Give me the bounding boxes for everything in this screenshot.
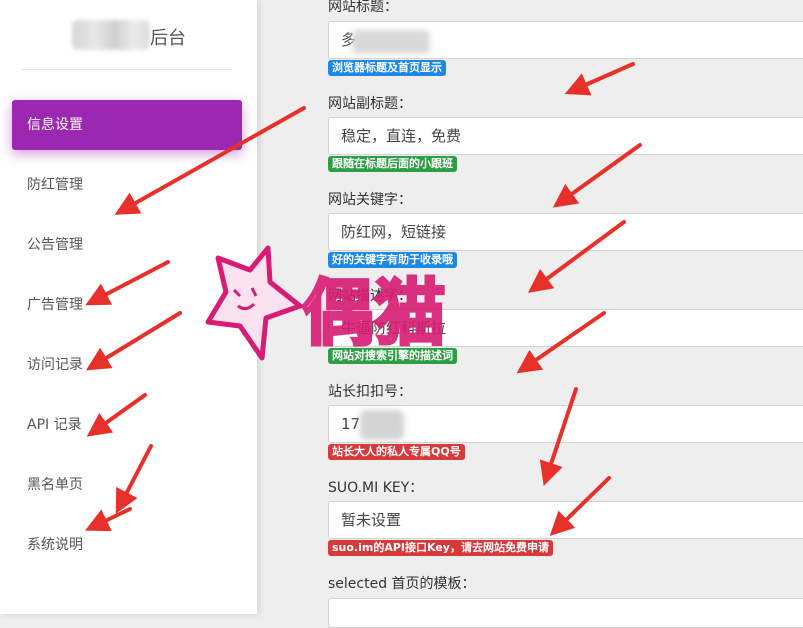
site-subtitle-hint: 跟随在标题后面的小跟班 — [328, 156, 457, 172]
site-keywords-hint: 好的关键字有助于收录哦 — [328, 252, 457, 268]
suo-key-hint: suo.im的API接口Key，请去网站免费申请 — [328, 540, 553, 556]
sidebar-item-api-log[interactable]: API 记录 — [12, 400, 242, 450]
site-title-label: 网站标题： — [328, 0, 398, 15]
admin-qq-hint: 站长大人的私人专属QQ号 — [328, 444, 465, 460]
sidebar-item-ads[interactable]: 广告管理 — [12, 280, 242, 330]
site-title-hint: 浏览器标题及首页显示 — [328, 60, 446, 76]
site-keywords-label: 网站关键字： — [328, 192, 412, 208]
admin-qq-label: 站长扣扣号： — [328, 384, 412, 400]
sidebar-item-visit-log[interactable]: 访问记录 — [12, 340, 242, 390]
brand: 后台 — [0, 0, 257, 70]
sidebar: 后台 信息设置 防红管理 公告管理 广告管理 访问记录 API 记录 黑名单页 … — [0, 0, 257, 614]
site-description-input[interactable]: 牛逼防红科斯拉 — [328, 309, 803, 347]
site-description-label: 网站描述字： — [328, 288, 412, 304]
site-description-hint: 网站对搜索引擎的描述词 — [328, 348, 457, 364]
template-select[interactable] — [328, 598, 803, 628]
sidebar-item-info-settings[interactable]: 信息设置 — [12, 100, 242, 150]
sidebar-item-anti-red[interactable]: 防红管理 — [12, 160, 242, 210]
blur-mask — [352, 30, 430, 54]
site-subtitle-input[interactable]: 稳定，直连，免费 — [328, 117, 803, 155]
suo-key-input[interactable]: 暂未设置 — [328, 501, 803, 539]
site-subtitle-label: 网站副标题： — [328, 96, 412, 112]
blur-mask — [360, 410, 404, 440]
template-label: selected 首页的模板： — [328, 576, 476, 592]
sidebar-item-system-info[interactable]: 系统说明 — [12, 520, 242, 570]
suo-key-label: SUO.MI KEY： — [328, 480, 424, 496]
site-keywords-input[interactable]: 防红网，短链接 — [328, 213, 803, 251]
brand-logo-blurred — [72, 20, 150, 50]
brand-suffix: 后台 — [150, 28, 186, 49]
sidebar-item-announcements[interactable]: 公告管理 — [12, 220, 242, 270]
settings-form: 网站标题： 多 浏览器标题及首页显示 网站副标题： 稳定，直连，免费 跟随在标题… — [272, 0, 803, 628]
sidebar-item-blacklist[interactable]: 黑名单页 — [12, 460, 242, 510]
brand-divider — [22, 69, 232, 70]
